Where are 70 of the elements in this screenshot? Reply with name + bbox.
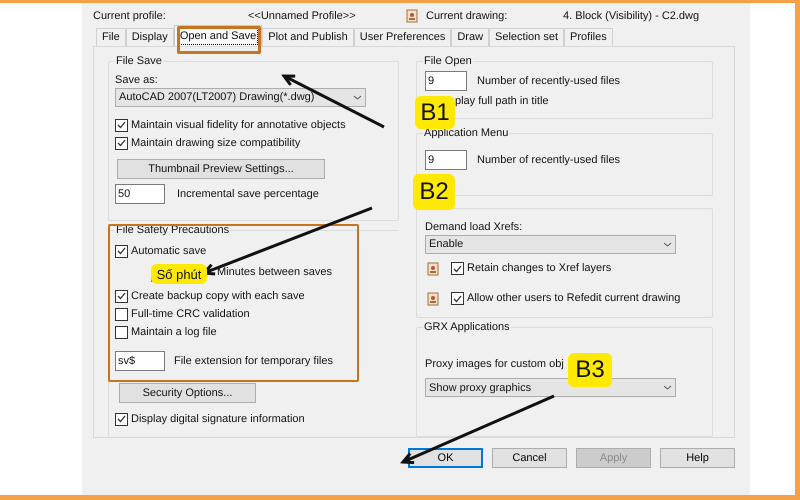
checkbox[interactable] bbox=[115, 290, 128, 303]
checkbox-label: Allow other users to Refedit current drawing bbox=[467, 291, 680, 306]
profile-label: Current profile: bbox=[93, 8, 167, 24]
button[interactable]: Thumbnail Preview Settings... bbox=[117, 159, 325, 179]
group-title: File Open bbox=[423, 54, 473, 68]
input-field[interactable]: 9 bbox=[425, 71, 467, 91]
field-label: Number of recently-used files bbox=[477, 152, 620, 168]
checkbox[interactable] bbox=[115, 308, 128, 321]
callout-label: B2 bbox=[413, 174, 455, 210]
tab[interactable]: User Preferences bbox=[354, 28, 452, 46]
document-icon bbox=[427, 292, 439, 306]
checkbox-label: Maintain a log file bbox=[131, 325, 217, 340]
checkbox[interactable] bbox=[115, 136, 128, 150]
dialog-button[interactable]: Cancel bbox=[492, 448, 567, 468]
field-label: Minutes between saves bbox=[217, 265, 332, 280]
drawing-label: Current drawing: bbox=[426, 8, 508, 24]
group-title: Application Menu bbox=[423, 126, 510, 140]
drawing-name: 4. Block (Visibility) - C2.dwg bbox=[563, 8, 700, 24]
callout-label: B1 bbox=[415, 96, 455, 129]
field-label: File extension for temporary files bbox=[174, 354, 333, 370]
save-as-label: Save as: bbox=[115, 73, 159, 88]
tab[interactable]: File bbox=[96, 28, 126, 46]
check-icon bbox=[117, 415, 126, 424]
check-icon bbox=[453, 264, 462, 273]
checkbox-label: Full-time CRC validation bbox=[131, 307, 250, 322]
tab[interactable]: Draw bbox=[451, 28, 490, 46]
check-icon bbox=[117, 139, 126, 147]
checkbox[interactable] bbox=[115, 412, 128, 426]
tab[interactable]: Profiles bbox=[564, 28, 613, 46]
checkbox[interactable] bbox=[451, 292, 464, 306]
chevron-down-icon bbox=[663, 385, 672, 390]
dialog-button[interactable]: Help bbox=[660, 448, 735, 468]
checkbox-label: Retain changes to Xref layers bbox=[467, 261, 612, 276]
document-icon bbox=[427, 262, 439, 276]
check-icon bbox=[117, 247, 126, 256]
check-icon bbox=[117, 292, 126, 300]
callout-label: Số phút bbox=[151, 264, 207, 284]
input-field[interactable]: 9 bbox=[425, 150, 467, 170]
proxy-label: Proxy images for custom obj bbox=[425, 358, 564, 370]
group-title: GRX Applications bbox=[423, 320, 511, 334]
checkbox[interactable] bbox=[115, 118, 128, 132]
tab[interactable]: Display bbox=[126, 28, 174, 46]
checkbox[interactable] bbox=[115, 244, 128, 258]
dropdown[interactable]: AutoCAD 2007(LT2007) Drawing(*.dwg) bbox=[115, 88, 366, 107]
field-label: Incremental save percentage bbox=[177, 186, 319, 202]
checkbox[interactable] bbox=[115, 326, 128, 339]
dropdown[interactable]: Show proxy graphics bbox=[425, 378, 676, 398]
tab[interactable]: Selection set bbox=[489, 28, 564, 46]
document-icon bbox=[406, 9, 418, 23]
chevron-down-icon bbox=[663, 242, 672, 247]
check-icon bbox=[453, 294, 462, 303]
tab[interactable]: Plot and Publish bbox=[262, 28, 354, 46]
chevron-down-icon bbox=[353, 95, 362, 100]
input-field[interactable]: 50 bbox=[115, 184, 165, 204]
checkbox-label: Maintain visual fidelity for annotative objects bbox=[131, 118, 346, 133]
field-label: Number of recently-used files bbox=[477, 74, 620, 89]
callout-label: B3 bbox=[568, 353, 612, 387]
checkbox[interactable] bbox=[451, 262, 464, 276]
checkbox-label: Display digital signature information bbox=[131, 412, 305, 428]
xrefs-label: Demand load Xrefs: bbox=[425, 220, 524, 235]
input-field[interactable]: sv$ bbox=[115, 351, 165, 372]
check-icon bbox=[117, 121, 126, 129]
checkbox-label: Maintain drawing size compatibility bbox=[131, 136, 300, 151]
profile-name: <<Unnamed Profile>> bbox=[248, 8, 357, 24]
dialog-button[interactable]: OK bbox=[408, 448, 483, 468]
checkbox-label: Create backup copy with each save bbox=[131, 289, 305, 304]
checkbox-label: play full path in title bbox=[454, 94, 550, 109]
button[interactable]: Security Options... bbox=[119, 383, 256, 404]
dropdown[interactable]: Enable bbox=[425, 234, 676, 254]
checkbox-label: Automatic save bbox=[131, 244, 206, 260]
